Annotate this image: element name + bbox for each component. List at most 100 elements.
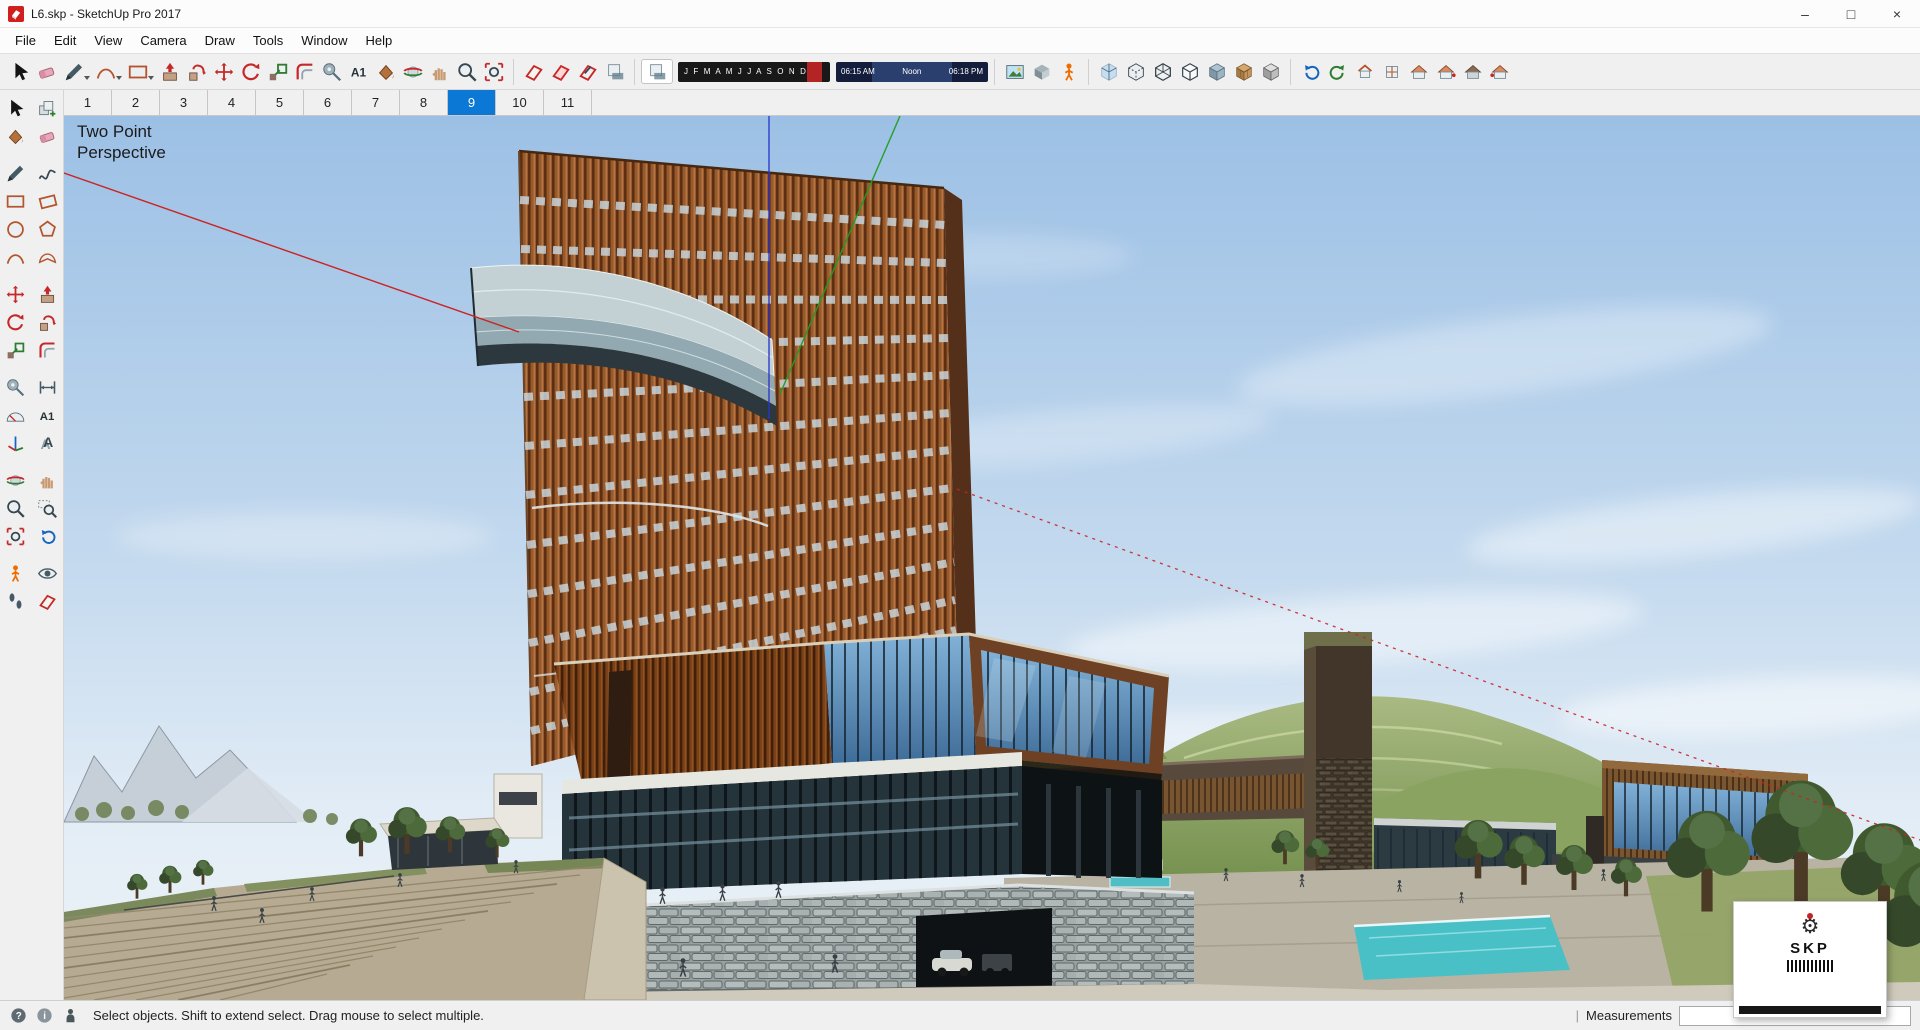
scale-tool-button[interactable] <box>2 337 30 363</box>
scene-tab-10[interactable]: 10 <box>496 90 544 115</box>
offset-tool-button[interactable] <box>34 337 62 363</box>
menu-camera[interactable]: Camera <box>131 28 195 53</box>
scene-tab-3[interactable]: 3 <box>160 90 208 115</box>
shadows-toggle-button[interactable] <box>641 59 673 84</box>
move-tool-button[interactable] <box>210 58 237 86</box>
line-tool-button[interactable] <box>2 160 30 186</box>
geo-person-icon[interactable] <box>61 1006 80 1025</box>
polygon-tool-button[interactable] <box>34 216 62 242</box>
dimension-tool-button[interactable] <box>34 374 62 400</box>
section-plane-tool-button[interactable] <box>34 588 62 614</box>
scene-tab-4[interactable]: 4 <box>208 90 256 115</box>
zoom-extents-tool-button[interactable] <box>480 58 507 86</box>
info-icon[interactable] <box>35 1006 54 1025</box>
freehand-tool-button[interactable] <box>34 160 62 186</box>
pan-tool-button[interactable] <box>34 467 62 493</box>
match-photo-tool-button[interactable] <box>1001 58 1028 86</box>
previous-view-tool-button[interactable] <box>1297 58 1324 86</box>
look-around-tool-button[interactable] <box>34 560 62 586</box>
right-view-tool-button[interactable] <box>1432 58 1459 86</box>
make-component-tool-button[interactable] <box>34 95 62 121</box>
hidden-line-tool-button[interactable] <box>1176 58 1203 86</box>
menu-help[interactable]: Help <box>357 28 402 53</box>
minimize-button[interactable]: – <box>1782 0 1828 27</box>
scene-tab-1[interactable]: 1 <box>64 90 112 115</box>
menu-draw[interactable]: Draw <box>196 28 244 53</box>
pan-tool-button[interactable] <box>426 58 453 86</box>
close-button[interactable]: × <box>1874 0 1920 27</box>
pie-tool-button[interactable] <box>34 244 62 270</box>
offset-tool-button[interactable] <box>291 58 318 86</box>
select-tool-button[interactable] <box>2 95 30 121</box>
back-view-tool-button[interactable] <box>1459 58 1486 86</box>
arc-dropdown-arrow[interactable] <box>116 75 122 80</box>
wireframe-tool-button[interactable] <box>1149 58 1176 86</box>
rotate-tool-button[interactable] <box>237 58 264 86</box>
menu-view[interactable]: View <box>85 28 131 53</box>
scene-tab-2[interactable]: 2 <box>112 90 160 115</box>
zoom-extents-tool-button[interactable] <box>2 523 30 549</box>
protractor-tool-button[interactable] <box>2 402 30 428</box>
push-pull-tool-button[interactable] <box>34 281 62 307</box>
walk-tool-button[interactable] <box>2 588 30 614</box>
section-plane-tool-button[interactable] <box>520 58 547 86</box>
scene-tab-11[interactable]: 11 <box>544 90 592 115</box>
viewport-3d[interactable]: Two Point Perspective <box>64 116 1920 1000</box>
zoom-window-tool-button[interactable] <box>34 495 62 521</box>
scene-tab-9[interactable]: 9 <box>448 90 496 115</box>
text-tool-button[interactable] <box>345 58 372 86</box>
shadow-date-slider[interactable]: J F M A M J J A S O N D <box>678 61 830 82</box>
arc-tool-button[interactable] <box>92 58 119 86</box>
help-icon[interactable] <box>9 1006 28 1025</box>
orbit-tool-button[interactable] <box>399 58 426 86</box>
monochrome-tool-button[interactable] <box>1257 58 1284 86</box>
display-section-cuts-tool-button[interactable] <box>574 58 601 86</box>
text-tool-button[interactable] <box>34 402 62 428</box>
titlebar[interactable]: L6.skp - SketchUp Pro 2017 – □ × <box>0 0 1920 28</box>
zoom-tool-button[interactable] <box>453 58 480 86</box>
push-pull-tool-button[interactable] <box>156 58 183 86</box>
shaded-tool-button[interactable] <box>1203 58 1230 86</box>
zoom-tool-button[interactable] <box>2 495 30 521</box>
line-tool-button[interactable] <box>60 58 87 86</box>
follow-me-tool-button[interactable] <box>183 58 210 86</box>
rectangle-tool-button[interactable] <box>124 58 151 86</box>
orbit-tool-button[interactable] <box>2 467 30 493</box>
select-tool-button[interactable] <box>6 58 33 86</box>
x-ray-tool-button[interactable] <box>1095 58 1122 86</box>
maximize-button[interactable]: □ <box>1828 0 1874 27</box>
tape-measure-tool-button[interactable] <box>2 374 30 400</box>
materials-tool-button[interactable] <box>1028 58 1055 86</box>
previous-view-tool-button[interactable] <box>34 523 62 549</box>
rectangle-dropdown-arrow[interactable] <box>148 75 154 80</box>
eraser-tool-button[interactable] <box>33 58 60 86</box>
rotate-tool-button[interactable] <box>2 309 30 335</box>
arc-tool-button[interactable] <box>2 244 30 270</box>
left-view-tool-button[interactable] <box>1486 58 1513 86</box>
shaded-with-textures-tool-button[interactable] <box>1230 58 1257 86</box>
position-camera-tool-button[interactable] <box>2 560 30 586</box>
scene-tab-6[interactable]: 6 <box>304 90 352 115</box>
scale-tool-button[interactable] <box>264 58 291 86</box>
line-dropdown-arrow[interactable] <box>84 75 90 80</box>
follow-me-tool-button[interactable] <box>34 309 62 335</box>
move-tool-button[interactable] <box>2 281 30 307</box>
paint-bucket-tool-button[interactable] <box>372 58 399 86</box>
menu-file[interactable]: File <box>6 28 45 53</box>
scene-tab-5[interactable]: 5 <box>256 90 304 115</box>
position-camera-tool-button[interactable] <box>1055 58 1082 86</box>
paint-bucket-tool-button[interactable] <box>2 123 30 149</box>
axes-tool-button[interactable] <box>2 430 30 456</box>
rectangle-tool-button[interactable] <box>2 188 30 214</box>
tape-measure-tool-button[interactable] <box>318 58 345 86</box>
eraser-tool-button[interactable] <box>34 123 62 149</box>
menu-tools[interactable]: Tools <box>244 28 292 53</box>
rotated-rectangle-tool-button[interactable] <box>34 188 62 214</box>
scene-tab-7[interactable]: 7 <box>352 90 400 115</box>
menu-edit[interactable]: Edit <box>45 28 85 53</box>
shadow-time-slider[interactable]: 06:15 AM Noon 06:18 PM <box>836 61 988 82</box>
menu-window[interactable]: Window <box>292 28 356 53</box>
display-section-planes-tool-button[interactable] <box>547 58 574 86</box>
iso-view-tool-button[interactable] <box>1351 58 1378 86</box>
3d-text-tool-button[interactable] <box>34 430 62 456</box>
